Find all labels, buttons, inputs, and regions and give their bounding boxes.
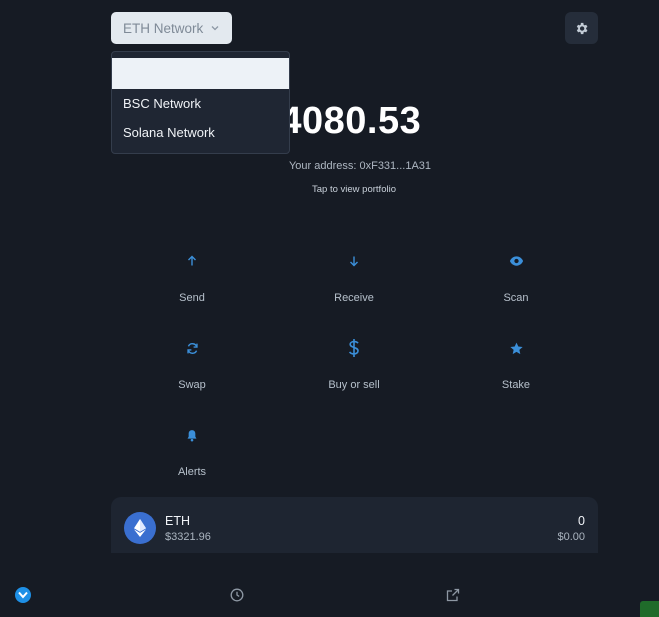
history-icon[interactable] [230, 588, 244, 602]
alerts-button[interactable]: Alerts [132, 425, 252, 478]
token-row-eth[interactable]: ETH $3321.96 0 $0.00 [111, 497, 598, 553]
network-label: ETH Network [123, 20, 204, 36]
eye-icon [509, 256, 523, 266]
chevron-down-icon [211, 26, 219, 31]
network-selector[interactable]: ETH Network [111, 12, 232, 44]
refresh-icon [186, 342, 198, 354]
buy-sell-button[interactable]: Buy or sell [294, 338, 414, 391]
dropdown-item-selected[interactable] [112, 58, 289, 89]
buy-sell-label: Buy or sell [328, 379, 380, 391]
star-icon [509, 342, 523, 354]
wallet-address[interactable]: Your address: 0xF331...1A31 [200, 160, 520, 172]
send-button[interactable]: Send [132, 251, 252, 304]
wallet-app: ETH Network BSC Network Solana Network $… [0, 0, 659, 617]
receive-label: Receive [334, 292, 374, 304]
arrow-up-icon [188, 255, 196, 266]
token-value: $0.00 [557, 531, 585, 543]
corner-badge [640, 601, 659, 617]
external-link-icon[interactable] [446, 588, 460, 602]
stake-label: Stake [501, 379, 531, 391]
swap-label: Swap [178, 379, 206, 391]
ethereum-icon [124, 512, 156, 544]
stake-button[interactable]: Stake [456, 338, 576, 391]
scan-button[interactable]: Scan [456, 251, 576, 304]
gear-icon [576, 22, 588, 34]
swap-button[interactable]: Swap [132, 338, 252, 391]
token-amount: 0 [578, 514, 585, 528]
dropdown-item-bsc[interactable]: BSC Network [112, 89, 289, 118]
settings-button[interactable] [565, 12, 598, 44]
wallet-home-icon[interactable] [15, 587, 31, 603]
arrow-down-icon [350, 256, 358, 267]
dollar-icon [348, 339, 359, 357]
alerts-label: Alerts [177, 466, 207, 478]
dropdown-item-solana[interactable]: Solana Network [112, 118, 289, 147]
network-dropdown: BSC Network Solana Network [111, 51, 290, 154]
bell-icon [187, 429, 197, 441]
token-price: $3321.96 [165, 531, 211, 543]
send-label: Send [179, 292, 205, 304]
receive-button[interactable]: Receive [294, 251, 414, 304]
token-symbol: ETH [165, 514, 190, 528]
scan-label: Scan [503, 292, 529, 304]
portfolio-link[interactable]: Tap to view portfolio [200, 184, 508, 195]
